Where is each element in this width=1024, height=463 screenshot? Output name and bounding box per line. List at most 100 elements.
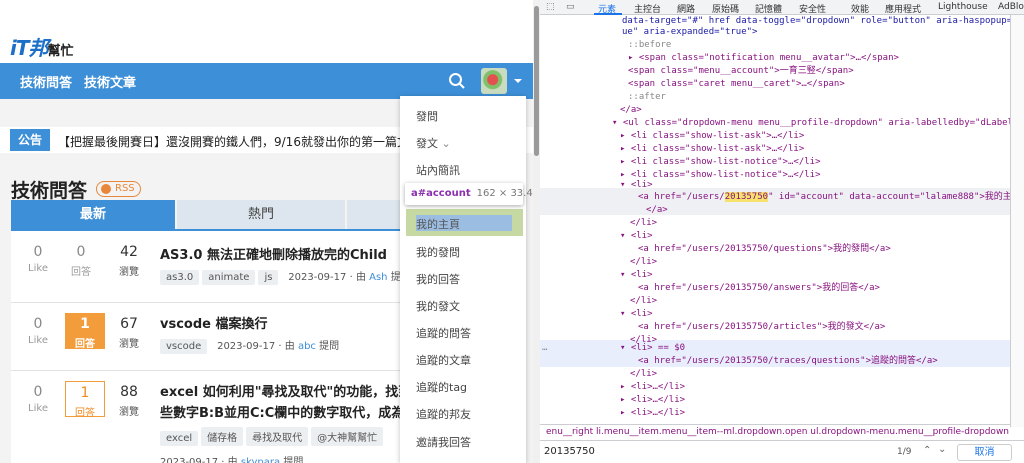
tab-security[interactable]: 安全性	[799, 2, 826, 15]
dom-line[interactable]: ▸ <li>…</li>	[620, 394, 685, 406]
find-cancel-button[interactable]: 取消	[957, 444, 1012, 461]
dom-line[interactable]: </li>	[630, 368, 657, 380]
find-bar: 20135750 1/9 ⌃ ⌄ 取消	[540, 440, 1024, 463]
question-meta: 2023-09-17 · 由 skypara 提問	[160, 453, 303, 463]
ellipsis-icon[interactable]: …	[542, 342, 547, 354]
site-logo[interactable]: iT邦幫忙	[10, 32, 74, 61]
nav-articles[interactable]: 技術文章	[84, 72, 136, 91]
disclosure-icon[interactable]: ▾	[612, 118, 623, 128]
page-title: 技術問答	[11, 180, 88, 202]
device-toolbar-icon[interactable]: ▭	[566, 2, 575, 12]
styles-pane-edge	[1010, 15, 1024, 427]
menu-item-profile[interactable]: 我的主頁	[416, 216, 460, 232]
chevron-up-icon[interactable]: ⌃	[923, 445, 931, 456]
tab-latest[interactable]: 最新	[11, 200, 175, 229]
dom-line[interactable]: ▸ <li class="show-list-ask">…</li>	[620, 143, 804, 155]
tag[interactable]: js	[258, 270, 279, 285]
disclosure-icon[interactable]: ▸	[628, 53, 639, 63]
dom-line[interactable]: </a>	[646, 204, 668, 216]
dom-line[interactable]: ▸ <li class="show-list-ask">…</li>	[620, 130, 804, 142]
menu-item-my-questions[interactable]: 我的發問	[416, 244, 460, 260]
dom-line[interactable]: <a href="/users/20135750/articles">我的發文<…	[638, 321, 885, 333]
dom-line[interactable]: ue" aria-expanded="true">	[622, 26, 757, 38]
dom-line[interactable]: ▸ <span class="notification menu__avatar…	[628, 52, 899, 64]
dom-line[interactable]: <a href="/users/20135750/answers">我的回答</…	[638, 282, 880, 294]
chevron-down-icon[interactable]	[514, 79, 522, 83]
tab-adblock[interactable]: AdBlock	[998, 2, 1024, 12]
dom-line[interactable]: ▾ <li>	[620, 179, 653, 191]
question-tabs: 最新 熱門	[11, 200, 411, 229]
question-meta: 2023-09-17 · 由 Ash 提問	[288, 272, 410, 283]
find-input[interactable]: 20135750	[544, 446, 595, 457]
user-avatar[interactable]	[481, 68, 507, 94]
menu-item-invitations[interactable]: 邀請我回答	[416, 434, 471, 450]
dom-line-account[interactable]: <a href="/users/20135750" id="account" d…	[638, 191, 1010, 203]
dom-breadcrumb[interactable]: enu__right li.menu__item.menu__item--ml.…	[540, 424, 1010, 439]
dom-line[interactable]: </li>	[630, 256, 657, 268]
menu-item-followed-users[interactable]: 追蹤的邦友	[416, 406, 471, 422]
dom-line[interactable]: ▸ <li class="show-list-notice">…</li>	[620, 156, 821, 168]
question-title[interactable]: AS3.0 無法正確地刪除播放完的Child	[160, 244, 387, 263]
dom-line[interactable]: ▾ <li>	[620, 269, 653, 281]
tag[interactable]: vscode	[160, 339, 208, 354]
tab-console[interactable]: 主控台	[634, 2, 661, 15]
inspect-icon[interactable]: ⬚	[546, 2, 555, 12]
tab-sources[interactable]: 原始碼	[712, 2, 739, 15]
dom-line[interactable]: ▾ <li>	[620, 308, 653, 320]
menu-item-followed-articles[interactable]: 追蹤的文章	[416, 352, 471, 368]
question-meta: 2023-09-17 · 由 abc 提問	[217, 341, 340, 352]
search-icon[interactable]	[448, 72, 466, 90]
tab-lighthouse[interactable]: Lighthouse	[938, 2, 988, 12]
menu-item-followed-tags[interactable]: 追蹤的tag	[416, 379, 467, 395]
chevron-down-icon: ⌄	[441, 137, 451, 150]
dom-line[interactable]: <a href="/users/20135750/questions">我的發問…	[638, 243, 891, 255]
dom-line[interactable]: ::after	[628, 91, 666, 103]
dom-line[interactable]: <span class="menu__account">一育三竪</span>	[628, 65, 854, 77]
author-link[interactable]: abc	[298, 341, 316, 352]
tag[interactable]: excel	[160, 431, 199, 446]
profile-dropdown-menu: 發問 發文 ⌄ 站內簡訊 我的主頁 我的發問 我的回答 我的發文 追蹤的問答 追…	[400, 96, 526, 463]
menu-item-my-answers[interactable]: 我的回答	[416, 271, 460, 287]
dom-line[interactable]: <span class="caret menu__caret">…</span>	[628, 78, 845, 90]
view-count: 42 瀏覽	[119, 244, 139, 278]
divider	[11, 302, 411, 303]
question-tags: vscode 2023-09-17 · 由 abc 提問	[160, 337, 339, 354]
logo-main: iT邦	[10, 36, 48, 60]
tab-application[interactable]: 應用程式	[885, 2, 921, 15]
dom-line[interactable]: ▾ <ul class="dropdown-menu menu__profile…	[612, 117, 1010, 129]
tab-performance[interactable]: 效能	[851, 2, 869, 15]
menu-item-my-articles[interactable]: 我的發文	[416, 298, 460, 314]
dom-line[interactable]: ▸ <li>…</li>	[620, 381, 685, 393]
page-scrollbar[interactable]	[533, 0, 540, 463]
dom-line[interactable]: </a>	[620, 104, 642, 116]
rss-button[interactable]: RSS	[96, 181, 141, 197]
question-title[interactable]: vscode 檔案換行	[160, 313, 268, 332]
chevron-down-icon[interactable]: ⌄	[938, 444, 946, 455]
dom-line[interactable]: ▸ <li>…</li>	[620, 407, 685, 419]
question-title-line2[interactable]: 些數字B:B並用C:C欄中的數字取代，成為	[160, 402, 404, 421]
author-link[interactable]: skypara	[241, 457, 280, 463]
dom-line[interactable]: ▾ <li>	[620, 230, 653, 242]
dom-line[interactable]: </li>	[630, 295, 657, 307]
menu-item-messages[interactable]: 站內簡訊	[416, 162, 460, 178]
menu-item-ask[interactable]: 發問	[416, 108, 438, 124]
tag[interactable]: as3.0	[160, 270, 200, 285]
menu-item-followed-questions[interactable]: 追蹤的問答	[416, 325, 471, 341]
announcement-text[interactable]: 【把握最後開賽日】還沒開賽的鐵人們，9/16就發出你的第一篇文章	[58, 133, 418, 150]
tag[interactable]: animate	[202, 270, 256, 285]
tag[interactable]: 儲存格	[201, 427, 244, 446]
dom-line[interactable]: </li>	[630, 217, 657, 229]
nav-qa[interactable]: 技術問答	[20, 72, 72, 91]
question-title[interactable]: excel 如何利用"尋找及取代"的功能，找到	[160, 381, 411, 400]
tag[interactable]: @大神幫幫忙	[311, 427, 384, 446]
menu-item-post[interactable]: 發文 ⌄	[416, 135, 451, 151]
tab-hot[interactable]: 熱門	[177, 200, 345, 229]
dom-line-selected[interactable]: ▾ <li> == $0	[620, 342, 685, 354]
tab-network[interactable]: 網路	[677, 2, 695, 15]
tag[interactable]: 尋找及取代	[246, 427, 309, 446]
author-link[interactable]: Ash	[369, 272, 387, 283]
dom-line[interactable]: <a href="/users/20135750/traces/question…	[638, 355, 938, 367]
dom-line[interactable]: ::before	[628, 39, 671, 51]
tab-memory[interactable]: 記憶體	[755, 2, 782, 15]
find-match-count: 1/9	[897, 447, 912, 457]
